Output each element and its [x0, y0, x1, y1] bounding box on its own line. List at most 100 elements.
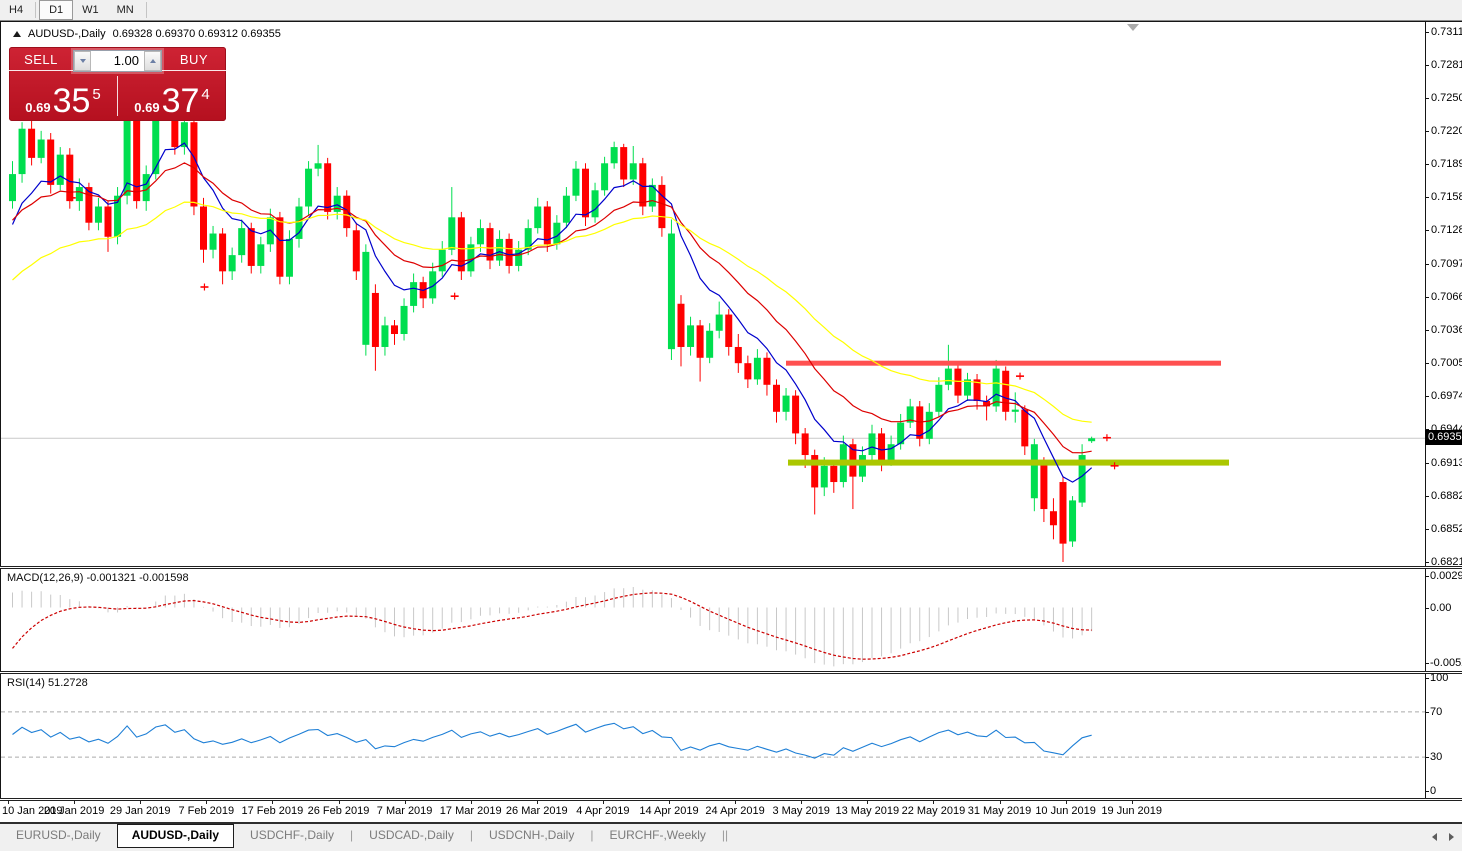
trading-terminal-window: H4 D1 W1 MN AUDUSD-,Daily 0.69328 0.69370 0…	[0, 0, 1462, 851]
date-tick-label: 17 Mar 2019	[439, 805, 502, 817]
chart-shift-marker-icon[interactable]	[1127, 24, 1139, 31]
buy-button[interactable]: BUY	[162, 50, 226, 71]
macd-canvas[interactable]	[1, 569, 1426, 671]
rsi-tick-mark	[1426, 711, 1429, 713]
rsi-axis: 100 70 30 0	[1425, 672, 1462, 798]
timeframe-button-d1[interactable]: D1	[39, 0, 74, 20]
tab-usdcad-daily[interactable]: USDCAD-,Daily	[353, 825, 470, 846]
volume-input[interactable]: 1.00	[91, 51, 144, 71]
date-tick-label: 31 May 2019	[967, 805, 1032, 817]
macd-label: MACD(12,26,9) -0.001321 -0.001598	[7, 572, 189, 584]
price-tick-mark	[1426, 396, 1429, 398]
main-chart-panel[interactable]: AUDUSD-,Daily 0.69328 0.69370 0.69312 0.…	[0, 21, 1426, 567]
buy-price-point: 4	[201, 86, 210, 103]
date-tick-mark	[470, 801, 472, 804]
date-tick-label: 20 Jan 2019	[43, 805, 105, 817]
timeframe-button-mn[interactable]: MN	[108, 0, 143, 20]
price-tick-label: 0.73115	[1431, 26, 1462, 38]
price-tick-label: 0.70360	[1431, 323, 1462, 336]
date-tick-mark	[8, 801, 9, 804]
date-tick-mark	[933, 801, 935, 804]
chart-expand-triangle-icon[interactable]	[13, 31, 21, 37]
chart-symbol-label: AUDUSD-,Daily	[28, 28, 106, 40]
price-tick-mark	[1426, 495, 1429, 497]
tab-scroll-left-icon[interactable]	[1432, 833, 1437, 841]
tab-eurchf-weekly[interactable]: EURCHF-,Weekly	[593, 825, 721, 846]
date-tick-mark	[669, 801, 670, 804]
price-tick-label: 0.72810	[1431, 58, 1462, 71]
timeframe-button-h4[interactable]: H4	[0, 0, 32, 20]
price-tick-mark	[1426, 462, 1429, 464]
toolbar-separator	[35, 2, 37, 18]
tab-audusd-daily[interactable]: AUDUSD-,Daily	[116, 824, 235, 848]
price-tick-label: 0.69130	[1431, 456, 1462, 469]
price-tick-mark	[1426, 97, 1429, 99]
macd-tick-mark	[1426, 663, 1429, 664]
volume-increase-button[interactable]	[144, 50, 161, 71]
date-tick-mark	[206, 801, 208, 804]
macd-axis: 0.002984 0.00 -0.005256	[1425, 569, 1462, 671]
date-tick-label: 10 Jun 2019	[1035, 805, 1096, 817]
date-tick-label: 26 Mar 2019	[505, 805, 568, 817]
toolbar-separator	[145, 2, 147, 18]
price-tick-mark	[1426, 528, 1429, 530]
price-tick-label: 0.70970	[1431, 257, 1462, 270]
timeframe-buttons: H4 D1 W1 MN	[0, 0, 150, 20]
price-tick-mark	[1426, 32, 1429, 33]
chart-title: AUDUSD-,Daily 0.69328 0.69370 0.69312 0.…	[13, 28, 281, 40]
date-tick-label: 24 Apr 2019	[705, 805, 765, 817]
macd-tick-mark	[1426, 576, 1429, 577]
price-tick-mark	[1426, 329, 1429, 331]
buy-price-pips: 37	[161, 82, 200, 120]
volume-decrease-button[interactable]	[74, 50, 91, 71]
sell-price-base: 0.69	[25, 100, 51, 115]
buy-price[interactable]: 0.69 37 4	[118, 84, 226, 118]
price-axis[interactable]: 0.73115 0.72810 0.72505 0.72200 0.71890 0.715…	[1425, 21, 1462, 568]
date-tick-mark	[1065, 801, 1067, 804]
rsi-tick-mark	[1426, 757, 1429, 759]
price-tick-label: 0.70665	[1431, 290, 1462, 303]
rsi-canvas[interactable]	[1, 674, 1426, 798]
tab-usdcnh-daily[interactable]: USDCNH-,Daily	[473, 825, 590, 846]
date-tick-label: 3 May 2019	[772, 805, 830, 817]
rsi-tick-mark	[1426, 791, 1429, 792]
date-tick-label: 4 Apr 2019	[576, 805, 630, 817]
price-tick-mark	[1426, 363, 1429, 365]
date-tick-label: 29 Jan 2019	[109, 805, 171, 817]
date-tick-label: 19 Jun 2019	[1101, 805, 1162, 817]
rsi-tick-mark	[1426, 678, 1429, 679]
buy-price-base: 0.69	[134, 100, 160, 115]
date-tick-label: 14 Apr 2019	[639, 805, 699, 817]
rsi-panel[interactable]: RSI(14) 51.2728	[0, 674, 1426, 798]
date-axis[interactable]: 10 Jan 2019 20 Jan 2019 29 Jan 2019 7 Feb 2…	[0, 801, 1462, 822]
sell-button[interactable]: SELL	[9, 50, 73, 71]
price-tick-label: 0.72200	[1431, 124, 1462, 137]
date-tick-label: 7 Mar 2019	[376, 805, 433, 817]
date-tick-mark	[140, 801, 142, 804]
rsi-tick-label: 30	[1430, 751, 1443, 764]
date-tick-mark	[735, 801, 737, 804]
price-tick-mark	[1426, 164, 1429, 166]
rsi-tick-label: 70	[1430, 705, 1443, 718]
price-tick-label: 0.71280	[1431, 224, 1462, 237]
date-tick-mark	[404, 801, 406, 804]
date-tick-label: 17 Feb 2019	[241, 805, 304, 817]
date-tick-mark	[536, 801, 538, 804]
date-tick-mark	[74, 801, 76, 804]
price-tick-label: 0.71890	[1431, 158, 1462, 171]
tab-usdchf-daily[interactable]: USDCHF-,Daily	[234, 825, 350, 846]
date-tick-mark	[602, 801, 604, 804]
tab-scroll-right-icon[interactable]	[1449, 833, 1454, 841]
tab-eurusd-daily[interactable]: EURUSD-,Daily	[0, 825, 117, 846]
rsi-line	[12, 722, 1092, 759]
macd-panel[interactable]: MACD(12,26,9) -0.001321 -0.001598	[0, 569, 1426, 671]
timeframe-button-w1[interactable]: W1	[73, 0, 108, 20]
sell-price[interactable]: 0.69 35 5	[9, 84, 117, 118]
date-tick-mark	[338, 801, 340, 804]
chart-tabs: EURUSD-,Daily AUDUSD-,Daily USDCHF-,Daily |…	[0, 824, 728, 848]
sell-button-label: SELL	[9, 50, 73, 71]
date-tick-mark	[1131, 801, 1133, 804]
date-tick-label: 22 May 2019	[901, 805, 966, 817]
date-tick-label: 7 Feb 2019	[178, 805, 235, 817]
macd-tick-mark	[1426, 607, 1429, 609]
